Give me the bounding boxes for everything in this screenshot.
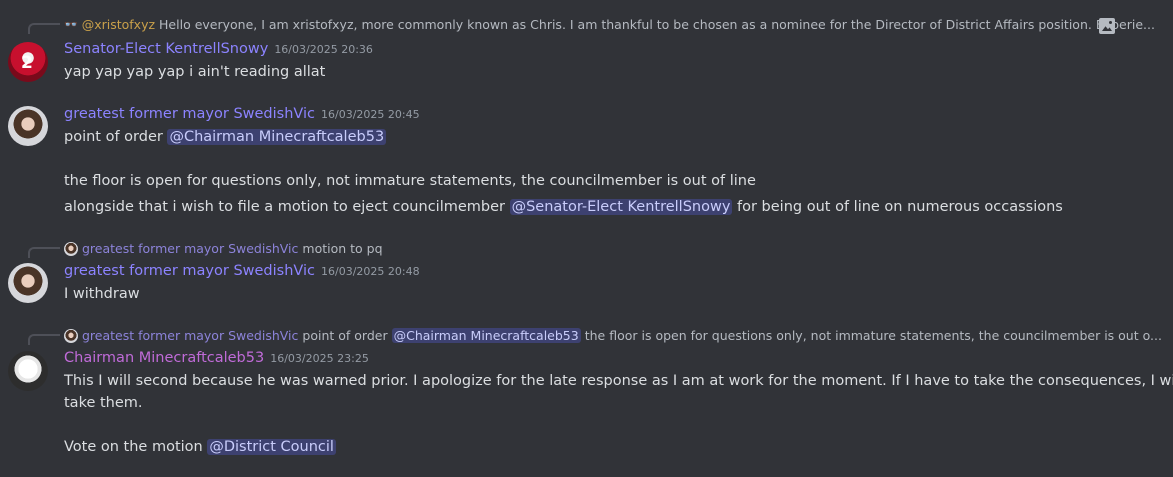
reply-text: point of order [302, 328, 388, 343]
username-text[interactable]: greatest former mayor SwedishVic [64, 106, 315, 122]
message-text-part: point of order [64, 129, 168, 145]
message-text: take them. [64, 395, 143, 411]
message-text-part: for being out of line on numerous occass… [732, 199, 1063, 215]
username-text[interactable]: Chairman Minecraftcaleb53 [64, 350, 264, 366]
reply-author[interactable]: greatest former mayor SwedishVic [82, 241, 298, 256]
message-text: alongside that i wish to file a motion t… [64, 199, 1063, 215]
image-icon [1099, 18, 1115, 34]
user-mention[interactable]: @Senator-Elect KentrellSnowy [509, 199, 733, 215]
glasses-icon: 👓 [64, 18, 78, 31]
reply-avatar [64, 241, 78, 256]
reply-avatar [64, 328, 78, 343]
timestamp: 16/03/2025 23:25 [270, 352, 369, 365]
avatar[interactable] [8, 106, 48, 146]
reply-author[interactable]: @xristofxyz [82, 17, 155, 32]
user-mention[interactable]: @Chairman Minecraftcaleb53 [167, 129, 387, 145]
timestamp: 16/03/2025 20:36 [274, 43, 373, 56]
timestamp: 16/03/2025 20:45 [321, 108, 420, 121]
username-text[interactable]: greatest former mayor SwedishVic [64, 263, 315, 279]
role-mention[interactable]: @District Council [207, 439, 336, 455]
avatar[interactable] [8, 351, 48, 391]
message-text: point of order @Chairman Minecraftcaleb5… [64, 129, 387, 145]
message-text: This I will second because he was warned… [64, 373, 1173, 389]
avatar[interactable] [8, 263, 48, 303]
username[interactable]: greatest former mayor SwedishVic 16/03/20… [64, 263, 420, 279]
username-text[interactable]: Senator-Elect KentrellSnowy [64, 41, 268, 57]
reply-author[interactable]: greatest former mayor SwedishVic [82, 328, 298, 343]
reply-connector [28, 23, 60, 34]
reply-mention[interactable]: @Chairman Minecraftcaleb53 [391, 328, 581, 343]
message-text: Vote on the motion @District Council [64, 439, 336, 455]
message-text-part: Vote on the motion [64, 439, 208, 455]
reply-connector [28, 247, 60, 258]
message-text-part: alongside that i wish to file a motion t… [64, 199, 510, 215]
reply-text: motion to pq [302, 241, 383, 256]
message-text: yap yap yap yap i ain't reading allat [64, 64, 326, 80]
avatar[interactable] [8, 42, 48, 82]
reply-preview[interactable]: 👓 @xristofxyz Hello everyone, I am xrist… [64, 17, 1155, 32]
reply-text: Hello everyone, I am xristofxyz, more co… [159, 17, 1155, 32]
reply-preview[interactable]: greatest former mayor SwedishVic motion … [64, 241, 383, 256]
username[interactable]: Senator-Elect KentrellSnowy 16/03/2025 20… [64, 41, 373, 57]
timestamp: 16/03/2025 20:48 [321, 265, 420, 278]
reply-connector [28, 334, 60, 345]
username[interactable]: greatest former mayor SwedishVic 16/03/20… [64, 106, 420, 122]
message-text: I withdraw [64, 286, 140, 302]
username[interactable]: Chairman Minecraftcaleb53 16/03/2025 23:2… [64, 350, 369, 366]
reply-text: the floor is open for questions only, no… [584, 328, 1162, 343]
reply-preview[interactable]: greatest former mayor SwedishVic point o… [64, 328, 1162, 343]
message-text: the floor is open for questions only, no… [64, 173, 756, 189]
